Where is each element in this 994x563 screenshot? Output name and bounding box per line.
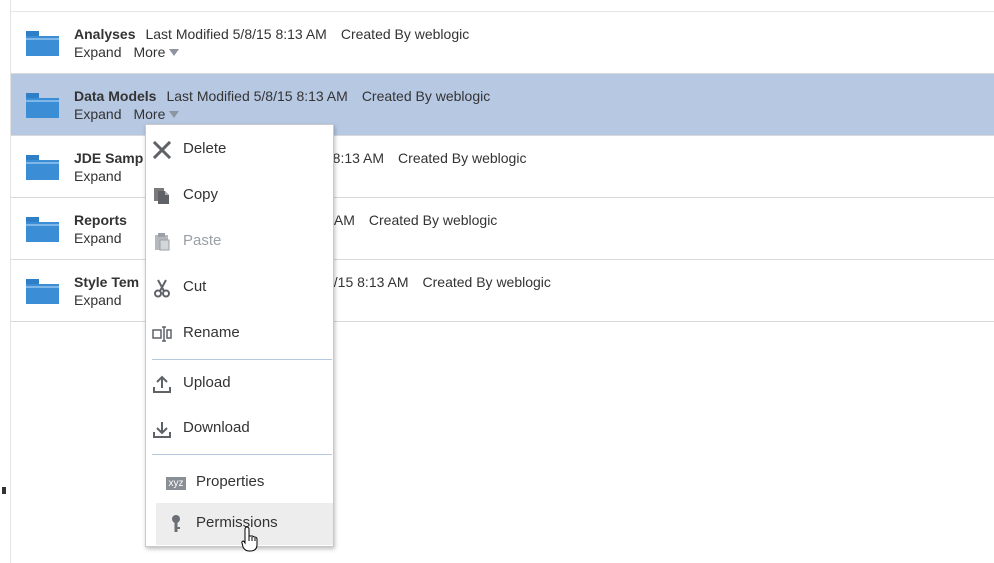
more-label: More xyxy=(133,44,166,60)
menu-item-label: Permissions xyxy=(196,514,278,531)
created-by: Created By weblogic xyxy=(398,150,527,166)
folder-name[interactable]: Data Models xyxy=(74,88,156,104)
folder-name[interactable]: JDE Samp xyxy=(74,150,143,166)
menu-item-properties[interactable]: xyz Properties xyxy=(156,462,333,504)
folder-name[interactable]: Analyses xyxy=(74,26,135,42)
created-by: Created By weblogic xyxy=(422,274,551,290)
mouse-pointer-icon xyxy=(241,526,258,552)
expand-link[interactable]: Expand xyxy=(74,106,121,122)
folder-header: Style Tem xyxy=(74,274,139,290)
folder-row-analyses[interactable]: Analyses Last Modified 5/8/15 8:13 AM Crea… xyxy=(11,11,994,74)
folder-icon xyxy=(26,217,59,242)
more-label: More xyxy=(133,106,166,122)
key-icon xyxy=(172,515,180,532)
caret-down-icon xyxy=(169,49,180,56)
folder-meta-visible: 3 AM Created By weblogic xyxy=(323,212,497,228)
folder-meta-visible: 3/15 8:13 AM Created By weblogic xyxy=(326,274,551,290)
expand-link[interactable]: Expand xyxy=(74,44,121,60)
menu-item-label: Delete xyxy=(183,140,227,157)
more-link[interactable]: More xyxy=(133,44,180,60)
folder-actions: Expand xyxy=(74,168,121,184)
scissors-icon xyxy=(154,279,170,298)
download-icon xyxy=(153,422,171,438)
delete-x-icon xyxy=(152,140,172,160)
created-by: Created By weblogic xyxy=(340,26,470,42)
folder-actions: Expand More xyxy=(74,106,180,122)
created-by: Created By weblogic xyxy=(368,212,498,228)
folder-actions: Expand More xyxy=(74,44,180,60)
folder-header: Analyses Last Modified 5/8/15 8:13 AM Crea… xyxy=(74,26,469,42)
folder-actions: Expand xyxy=(74,230,121,246)
menu-separator xyxy=(152,454,332,455)
caret-down-icon xyxy=(169,111,180,118)
copy-icon xyxy=(154,188,169,204)
menu-item-label: Copy xyxy=(183,186,219,203)
folder-header: JDE Samp xyxy=(74,150,143,166)
folder-icon xyxy=(26,93,59,118)
folder-name[interactable]: Reports xyxy=(74,212,127,228)
expand-link[interactable]: Expand xyxy=(74,168,121,184)
left-edge-marker xyxy=(2,487,6,494)
folder-meta-visible: 5 8:13 AM Created By weblogic xyxy=(321,150,526,166)
last-modified: Last Modified 5/8/15 8:13 AM xyxy=(166,88,348,104)
menu-item-label: Cut xyxy=(183,278,207,295)
last-modified: 3/15 8:13 AM xyxy=(326,274,409,290)
upload-icon xyxy=(153,375,171,393)
expand-link[interactable]: Expand xyxy=(74,292,121,308)
expand-link[interactable]: Expand xyxy=(74,230,121,246)
menu-separator xyxy=(152,359,332,360)
folder-icon xyxy=(26,31,59,56)
menu-item-label: Properties xyxy=(196,473,265,490)
menu-item-rename[interactable]: Rename xyxy=(146,313,333,355)
menu-item-delete[interactable]: Delete xyxy=(146,129,333,171)
paste-icon xyxy=(155,233,170,251)
last-modified: Last Modified 5/8/15 8:13 AM xyxy=(145,26,327,42)
menu-item-label: Download xyxy=(183,419,250,436)
menu-item-cut[interactable]: Cut xyxy=(146,267,333,309)
created-by: Created By weblogic xyxy=(361,88,491,104)
more-link[interactable]: More xyxy=(133,106,180,122)
folder-name[interactable]: Style Tem xyxy=(74,274,139,290)
properties-xyz-icon: xyz xyxy=(166,477,186,490)
menu-item-label: Upload xyxy=(183,374,231,391)
menu-item-download[interactable]: Download xyxy=(146,408,333,450)
menu-item-copy[interactable]: Copy xyxy=(146,175,333,217)
folder-actions: Expand xyxy=(74,292,121,308)
folder-icon xyxy=(26,279,59,304)
folder-icon xyxy=(26,155,59,180)
folder-header: Data Models Last Modified 5/8/15 8:13 AM C… xyxy=(74,88,490,104)
more-context-menu: Delete Copy Paste Cut Rename Upload Down… xyxy=(145,124,334,547)
menu-item-upload[interactable]: Upload xyxy=(146,363,333,405)
menu-item-paste[interactable]: Paste xyxy=(146,221,333,263)
menu-item-label: Paste xyxy=(183,232,222,249)
menu-item-label: Rename xyxy=(183,324,240,341)
rename-icon xyxy=(152,326,172,342)
folder-header: Reports xyxy=(74,212,127,228)
